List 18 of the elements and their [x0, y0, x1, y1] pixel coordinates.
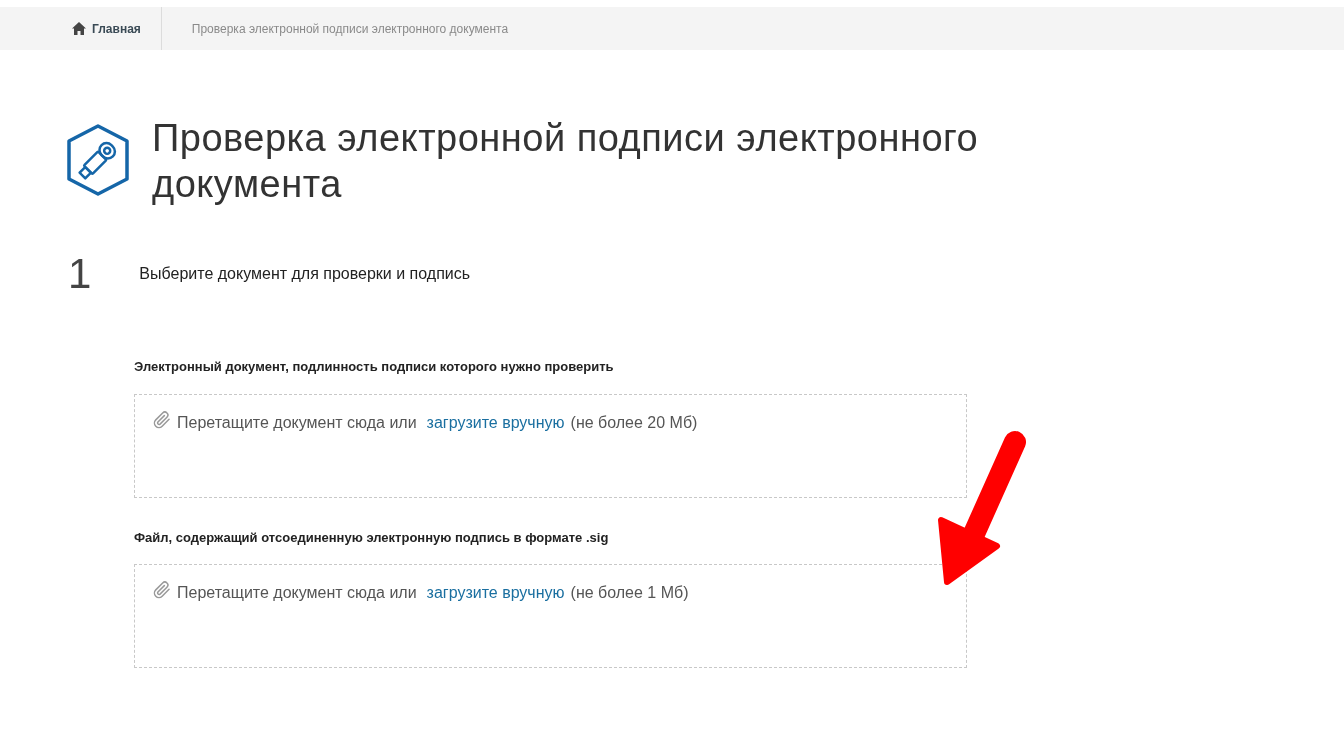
- step-number: 1: [68, 253, 92, 295]
- file-drop-zone[interactable]: Перетащите документ сюда или загрузите вручную (не более 20 Мб): [134, 393, 967, 498]
- step-text: Выберите документ для проверки и подпись: [139, 264, 471, 284]
- field-label: Электронный документ, подлинность подписи которого нужно проверить: [134, 358, 615, 376]
- size-limit: (не более 1 Мб): [570, 583, 689, 603]
- usb-key-icon: [64, 123, 132, 197]
- size-limit: (не более 20 Мб): [570, 412, 698, 433]
- breadcrumb-current: Проверка электронной подписи электронного документа: [190, 20, 509, 38]
- field-label: Файл, содержащий отсоединенную электронную подпись в формате .sig: [134, 528, 610, 547]
- drop-prompt: Перетащите документ сюда или: [177, 583, 417, 603]
- upload-link[interactable]: загрузите вручную: [426, 581, 565, 605]
- paperclip-icon: [153, 581, 171, 599]
- page-title: Проверка электронной подписи электронного документа: [152, 116, 980, 207]
- home-link[interactable]: Главная: [72, 7, 162, 50]
- home-icon: [72, 22, 86, 35]
- drop-prompt: Перетащите документ сюда или: [177, 412, 417, 433]
- paperclip-icon: [153, 410, 171, 429]
- upload-link[interactable]: загрузите вручную: [426, 410, 565, 435]
